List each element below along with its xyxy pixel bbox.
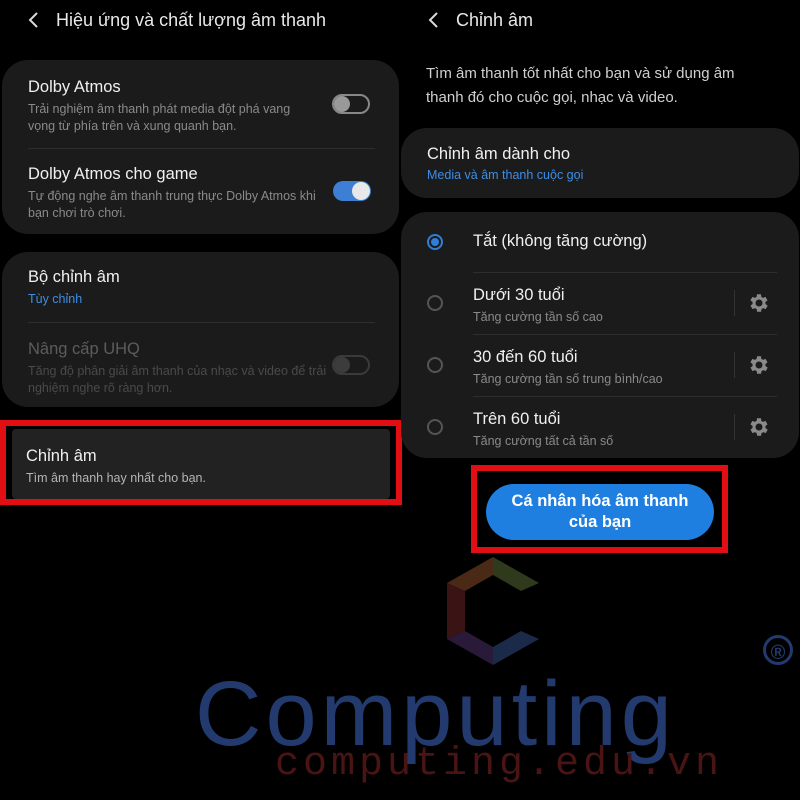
- option-label: Tắt (không tăng cường): [473, 232, 648, 250]
- back-button[interactable]: [420, 6, 448, 34]
- option-under-30[interactable]: Dưới 30 tuổi Tăng cường tần số cao: [401, 272, 799, 334]
- item-title: Nâng cấp UHQ: [28, 340, 140, 358]
- dolby-card: Dolby Atmos Trải nghiệm âm thanh phát me…: [2, 60, 399, 234]
- dolby-atmos-toggle[interactable]: [332, 94, 370, 114]
- radio-button[interactable]: [427, 357, 443, 373]
- option-off[interactable]: Tắt (không tăng cường): [401, 212, 799, 272]
- chevron-left-icon: [28, 12, 38, 28]
- gear-icon[interactable]: [746, 291, 770, 315]
- registered-mark: ®: [763, 635, 793, 665]
- item-title: Dolby Atmos cho game: [28, 165, 198, 183]
- page-title: Chỉnh âm: [456, 9, 534, 30]
- separator: [734, 414, 735, 440]
- item-title: Chỉnh âm dành cho: [427, 145, 571, 163]
- dolby-atmos-item[interactable]: Dolby Atmos Trải nghiệm âm thanh phát me…: [2, 60, 399, 148]
- personalize-sound-button[interactable]: Cá nhân hóa âm thanh của bạn: [486, 484, 714, 540]
- separator: [734, 290, 735, 316]
- option-subtitle: Tăng cường tất cả tần số: [473, 434, 614, 448]
- uhq-upscaler-item: Nâng cấp UHQ Tăng độ phân giải âm thanh …: [2, 322, 399, 407]
- gear-icon[interactable]: [746, 353, 770, 377]
- left-header: Hiệu ứng và chất lượng âm thanh: [0, 0, 400, 40]
- uhq-toggle: [332, 355, 370, 375]
- option-subtitle: Tăng cường tần số trung bình/cao: [473, 372, 663, 386]
- computing-logo-icon: [447, 557, 539, 665]
- chevron-left-icon: [428, 12, 438, 28]
- dolby-atmos-game-item[interactable]: Dolby Atmos cho game Tự động nghe âm tha…: [2, 148, 399, 234]
- option-label: Dưới 30 tuổi: [473, 286, 565, 304]
- radio-button[interactable]: [427, 295, 443, 311]
- equalizer-card: Bộ chỉnh âm Tùy chỉnh Nâng cấp UHQ Tăng …: [2, 252, 399, 407]
- item-title: Dolby Atmos: [28, 78, 121, 96]
- option-over-60[interactable]: Trên 60 tuổi Tăng cường tất cả tần số: [401, 396, 799, 458]
- adapt-sound-item[interactable]: Chỉnh âm Tìm âm thanh hay nhất cho bạn.: [12, 429, 390, 499]
- item-value: Tùy chỉnh: [28, 292, 83, 306]
- option-label: Trên 60 tuổi: [473, 410, 561, 428]
- separator: [734, 352, 735, 378]
- item-subtitle: Tăng độ phân giải âm thanh của nhạc và v…: [28, 364, 327, 395]
- item-subtitle: Trải nghiệm âm thanh phát media đột phá …: [28, 102, 291, 133]
- item-title: Chỉnh âm: [26, 447, 97, 465]
- adapt-options-card: Tắt (không tăng cường) Dưới 30 tuổi Tăng…: [401, 212, 799, 458]
- page-title: Hiệu ứng và chất lượng âm thanh: [56, 9, 327, 30]
- radio-button[interactable]: [427, 234, 443, 250]
- watermark-url: computing.edu.vn: [275, 742, 724, 787]
- dolby-game-toggle[interactable]: [333, 181, 371, 201]
- item-subtitle: Tự động nghe âm thanh trung thực Dolby A…: [28, 189, 316, 220]
- item-value: Media và âm thanh cuộc gọi: [427, 168, 584, 182]
- option-label: 30 đến 60 tuổi: [473, 348, 578, 366]
- back-button[interactable]: [20, 6, 48, 34]
- item-title: Bộ chỉnh âm: [28, 268, 120, 286]
- item-subtitle: Tìm âm thanh hay nhất cho bạn.: [26, 471, 206, 485]
- description: Tìm âm thanh tốt nhất cho bạn và sử dụng…: [426, 65, 735, 106]
- equalizer-item[interactable]: Bộ chỉnh âm Tùy chỉnh: [2, 252, 399, 322]
- right-header: Chỉnh âm: [400, 0, 800, 40]
- option-30-60[interactable]: 30 đến 60 tuổi Tăng cường tần số trung b…: [401, 334, 799, 396]
- radio-button[interactable]: [427, 419, 443, 435]
- option-subtitle: Tăng cường tần số cao: [473, 310, 603, 324]
- highlight-frame: Chỉnh âm Tìm âm thanh hay nhất cho bạn.: [0, 420, 402, 505]
- gear-icon[interactable]: [746, 415, 770, 439]
- adapt-target-card[interactable]: Chỉnh âm dành cho Media và âm thanh cuộc…: [401, 128, 799, 198]
